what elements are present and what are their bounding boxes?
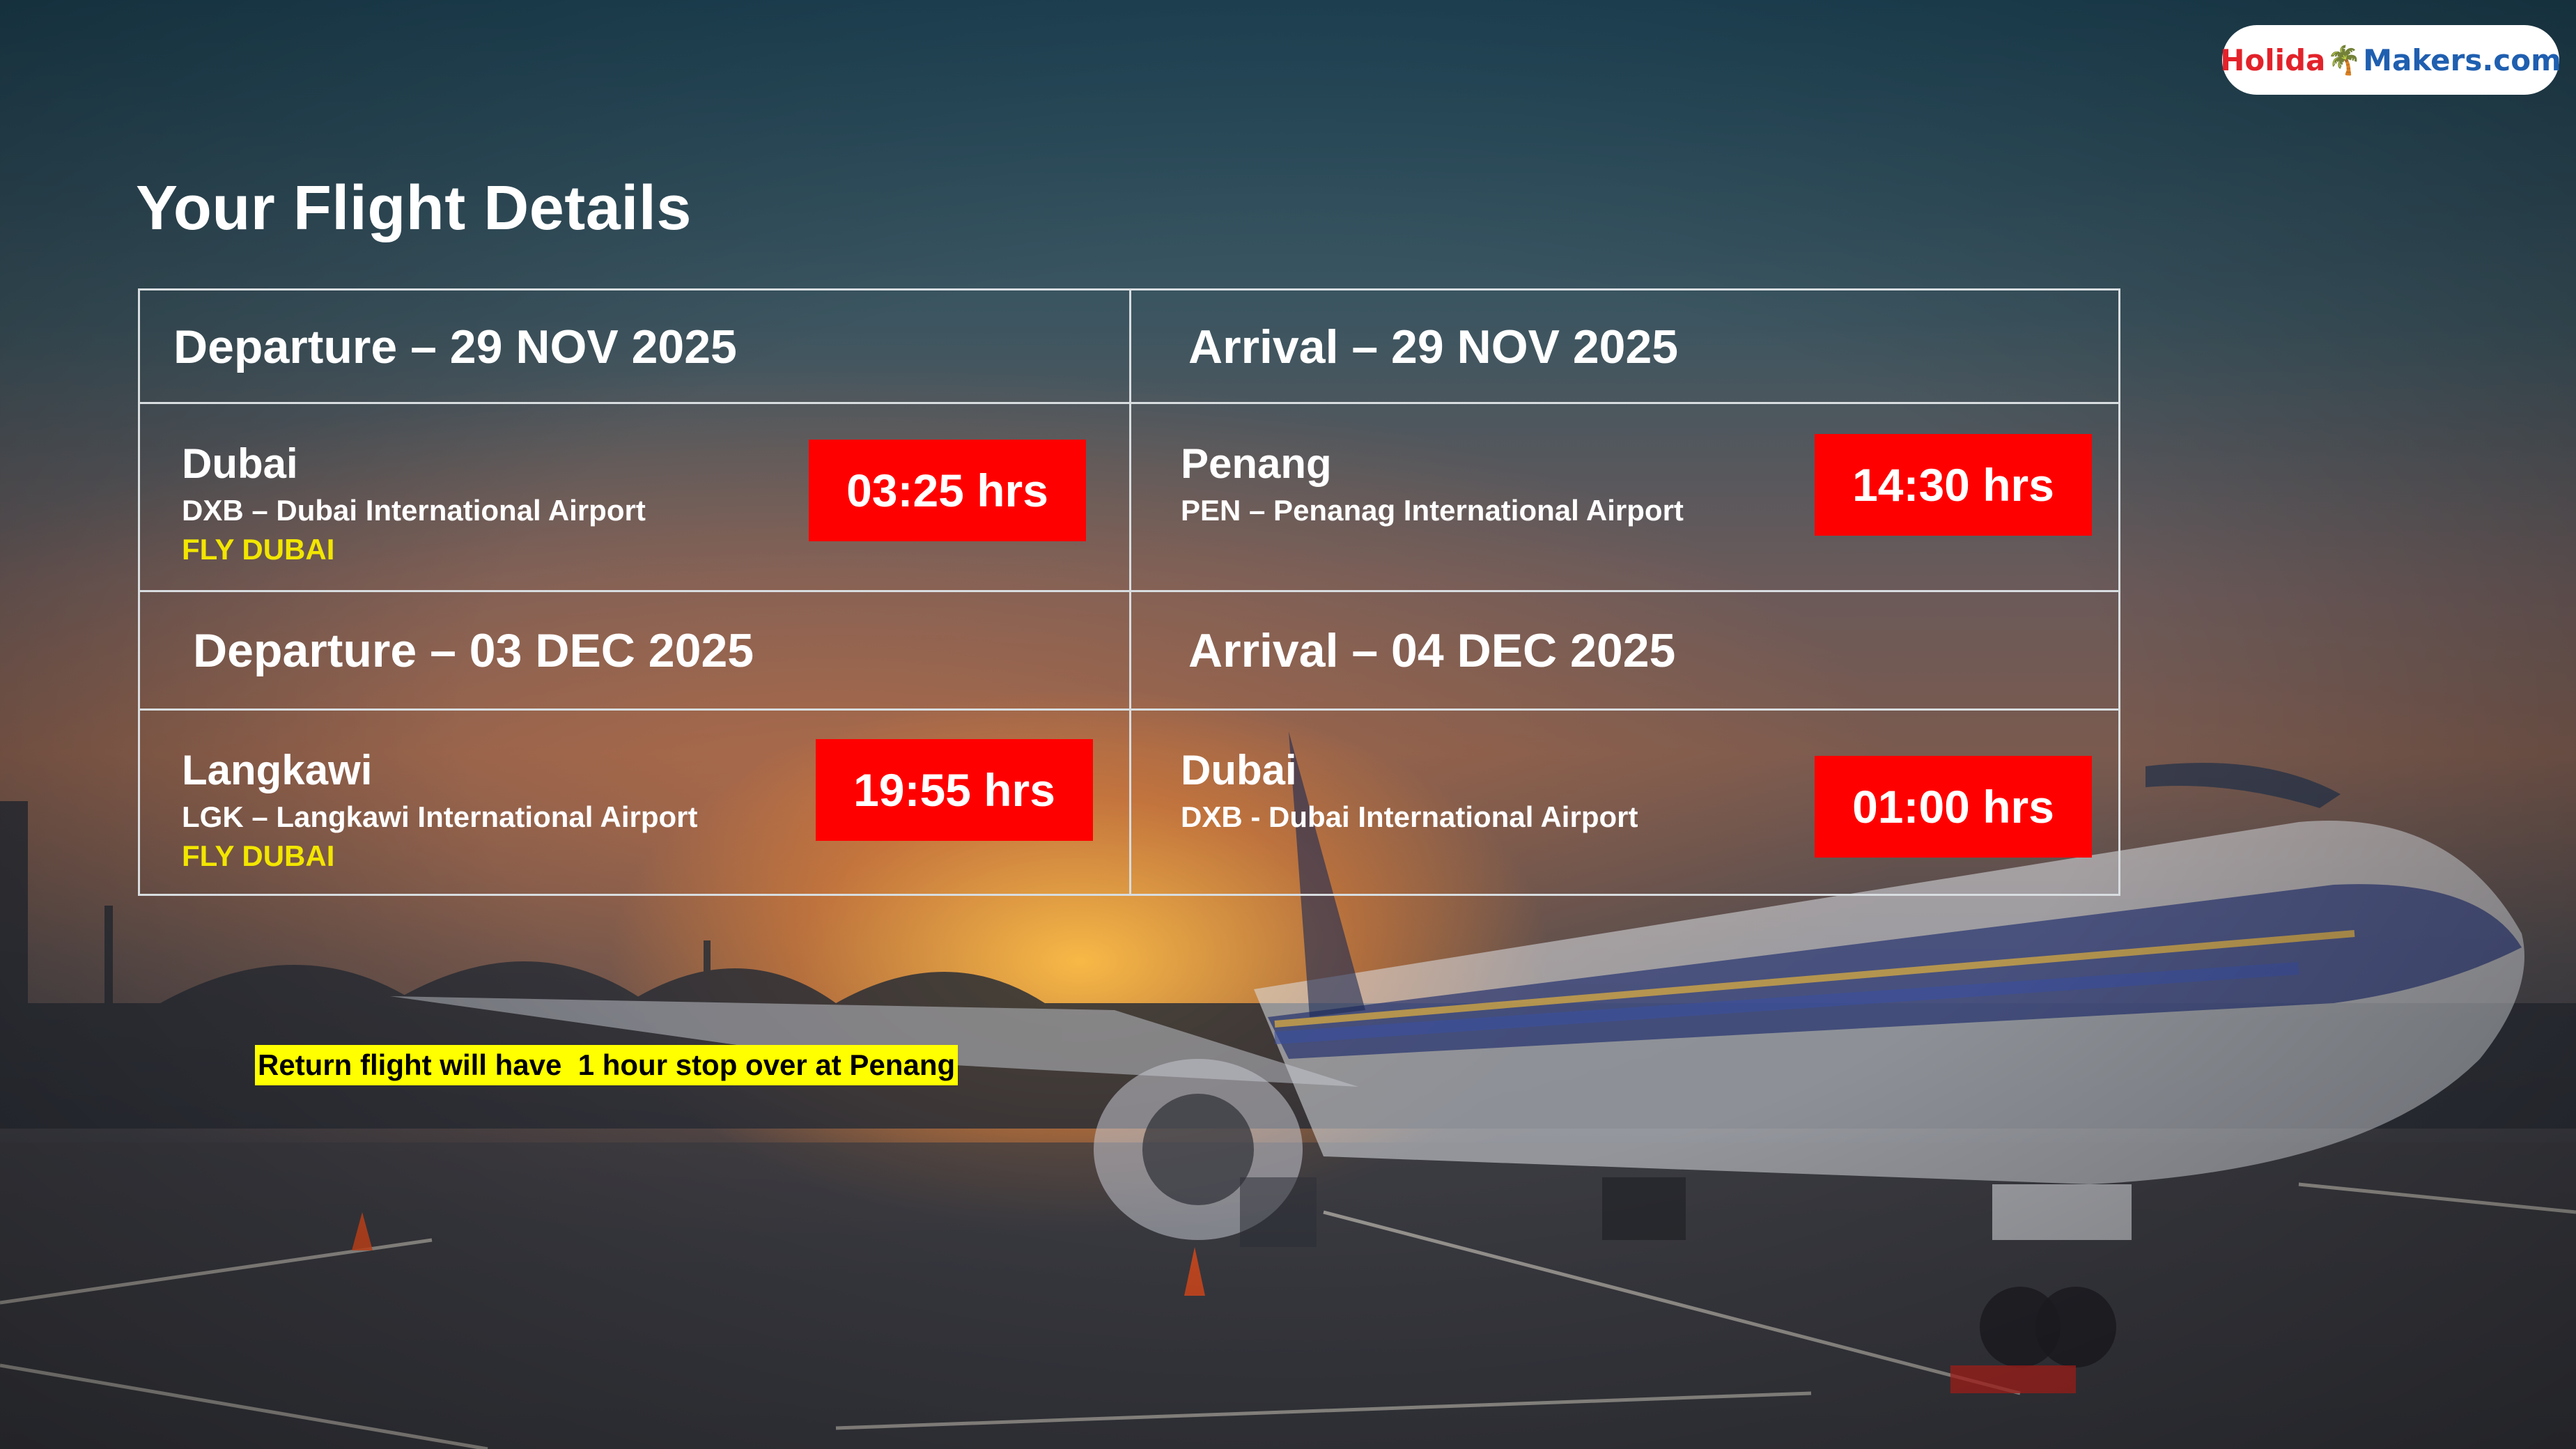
flight-details-table: Departure – 29 NOV 2025 Arrival – 29 NOV…: [138, 288, 2120, 896]
outbound-airline: FLY DUBAI: [182, 533, 335, 566]
return-departure-city: Langkawi: [182, 747, 373, 793]
return-departure-time-badge: 19:55 hrs: [816, 739, 1093, 841]
return-departure-header: Departure – 03 DEC 2025: [193, 624, 754, 677]
return-arrival-header: Arrival – 04 DEC 2025: [1188, 624, 1676, 677]
return-departure-airport: LGK – Langkawi International Airport: [182, 800, 698, 833]
outbound-arrival-city: Penang: [1181, 440, 1332, 487]
return-airline: FLY DUBAI: [182, 839, 335, 872]
outbound-departure-header: Departure – 29 NOV 2025: [173, 320, 737, 373]
return-arrival-airport: DXB - Dubai International Airport: [1181, 800, 1638, 833]
page-title: Your Flight Details: [136, 173, 692, 243]
palm-tree-icon: 🌴: [2327, 44, 2362, 77]
outbound-arrival-header: Arrival – 29 NOV 2025: [1188, 320, 1679, 373]
outbound-arrival-airport: PEN – Penanag International Airport: [1181, 494, 1684, 527]
outbound-departure-time-badge: 03:25 hrs: [809, 440, 1086, 541]
table-column-divider: [1129, 290, 1131, 894]
outbound-departure-airport: DXB – Dubai International Airport: [182, 494, 646, 527]
holidaymakers-logo[interactable]: Holida 🌴 Makers.com: [2220, 25, 2561, 95]
outbound-arrival-time-badge: 14:30 hrs: [1815, 434, 2092, 536]
return-arrival-time-badge: 01:00 hrs: [1815, 756, 2092, 858]
stopover-note: Return flight will have 1 hour stop over…: [255, 1045, 959, 1085]
logo-text-part1: Holida: [2220, 42, 2326, 77]
return-arrival-city: Dubai: [1181, 747, 1297, 793]
logo-text-part2: Makers.com: [2363, 42, 2561, 77]
outbound-departure-city: Dubai: [182, 440, 298, 487]
